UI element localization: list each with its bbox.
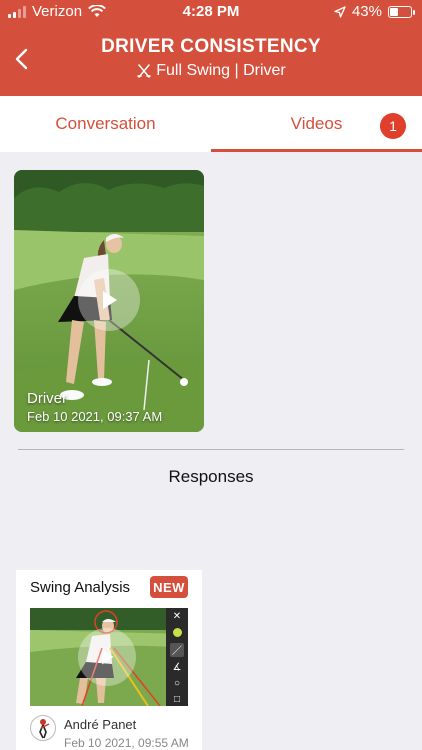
video-card[interactable]: Driver Feb 10 2021, 09:37 AM [14, 170, 204, 432]
avatar [30, 715, 56, 741]
response-title: Swing Analysis [30, 579, 131, 596]
response-author: André Panet [64, 717, 137, 732]
response-card[interactable]: Swing Analysis NEW ✕ ／ ∡ ○ □ André Panet… [16, 570, 202, 750]
page-title: DRIVER CONSISTENCY [101, 36, 321, 57]
play-button[interactable] [78, 269, 140, 331]
video-name: Driver [27, 390, 67, 407]
active-tab-indicator [211, 149, 422, 152]
response-play-button[interactable] [78, 628, 136, 686]
status-bar: Verizon 4:28 PM 43% [0, 0, 422, 24]
video-date: Feb 10 2021, 09:37 AM [27, 409, 163, 424]
responses-heading: Responses [168, 467, 254, 486]
tab-bar: Conversation Videos [0, 96, 422, 152]
location-arrow-icon [334, 5, 346, 18]
new-badge: NEW [150, 576, 188, 598]
circle-tool-icon[interactable]: ○ [170, 677, 184, 689]
angle-tool-icon[interactable]: ∡ [170, 661, 184, 673]
battery-fill [390, 7, 399, 16]
status-right: 43% [334, 3, 415, 20]
header-bar: Verizon 4:28 PM 43% DRIVER CONSISTENCY F… [0, 0, 422, 96]
close-tool-icon[interactable]: ✕ [170, 610, 184, 622]
square-tool-icon[interactable]: □ [170, 694, 184, 706]
page-subtitle: Full Swing | Driver [0, 62, 422, 80]
section-divider [18, 449, 404, 450]
response-date: Feb 10 2021, 09:55 AM [64, 736, 189, 750]
drawing-toolbar: ✕ ／ ∡ ○ □ [166, 608, 188, 706]
subtitle-text: Full Swing | Driver [156, 62, 286, 79]
video-caption: Driver Feb 10 2021, 09:37 AM [27, 390, 162, 424]
play-icon [102, 649, 114, 665]
golf-clubs-icon [137, 64, 151, 78]
battery-percent: 43% [351, 3, 382, 20]
play-icon [103, 291, 117, 309]
videos-count-badge: 1 [380, 113, 406, 139]
response-thumbnail[interactable]: ✕ ／ ∡ ○ □ [30, 608, 188, 706]
color-dot-icon[interactable] [170, 626, 184, 638]
tab-conversation[interactable]: Conversation [0, 96, 211, 152]
golfer-avatar-icon [39, 719, 50, 739]
battery-icon [388, 5, 415, 18]
line-tool-icon[interactable]: ／ [170, 642, 184, 657]
